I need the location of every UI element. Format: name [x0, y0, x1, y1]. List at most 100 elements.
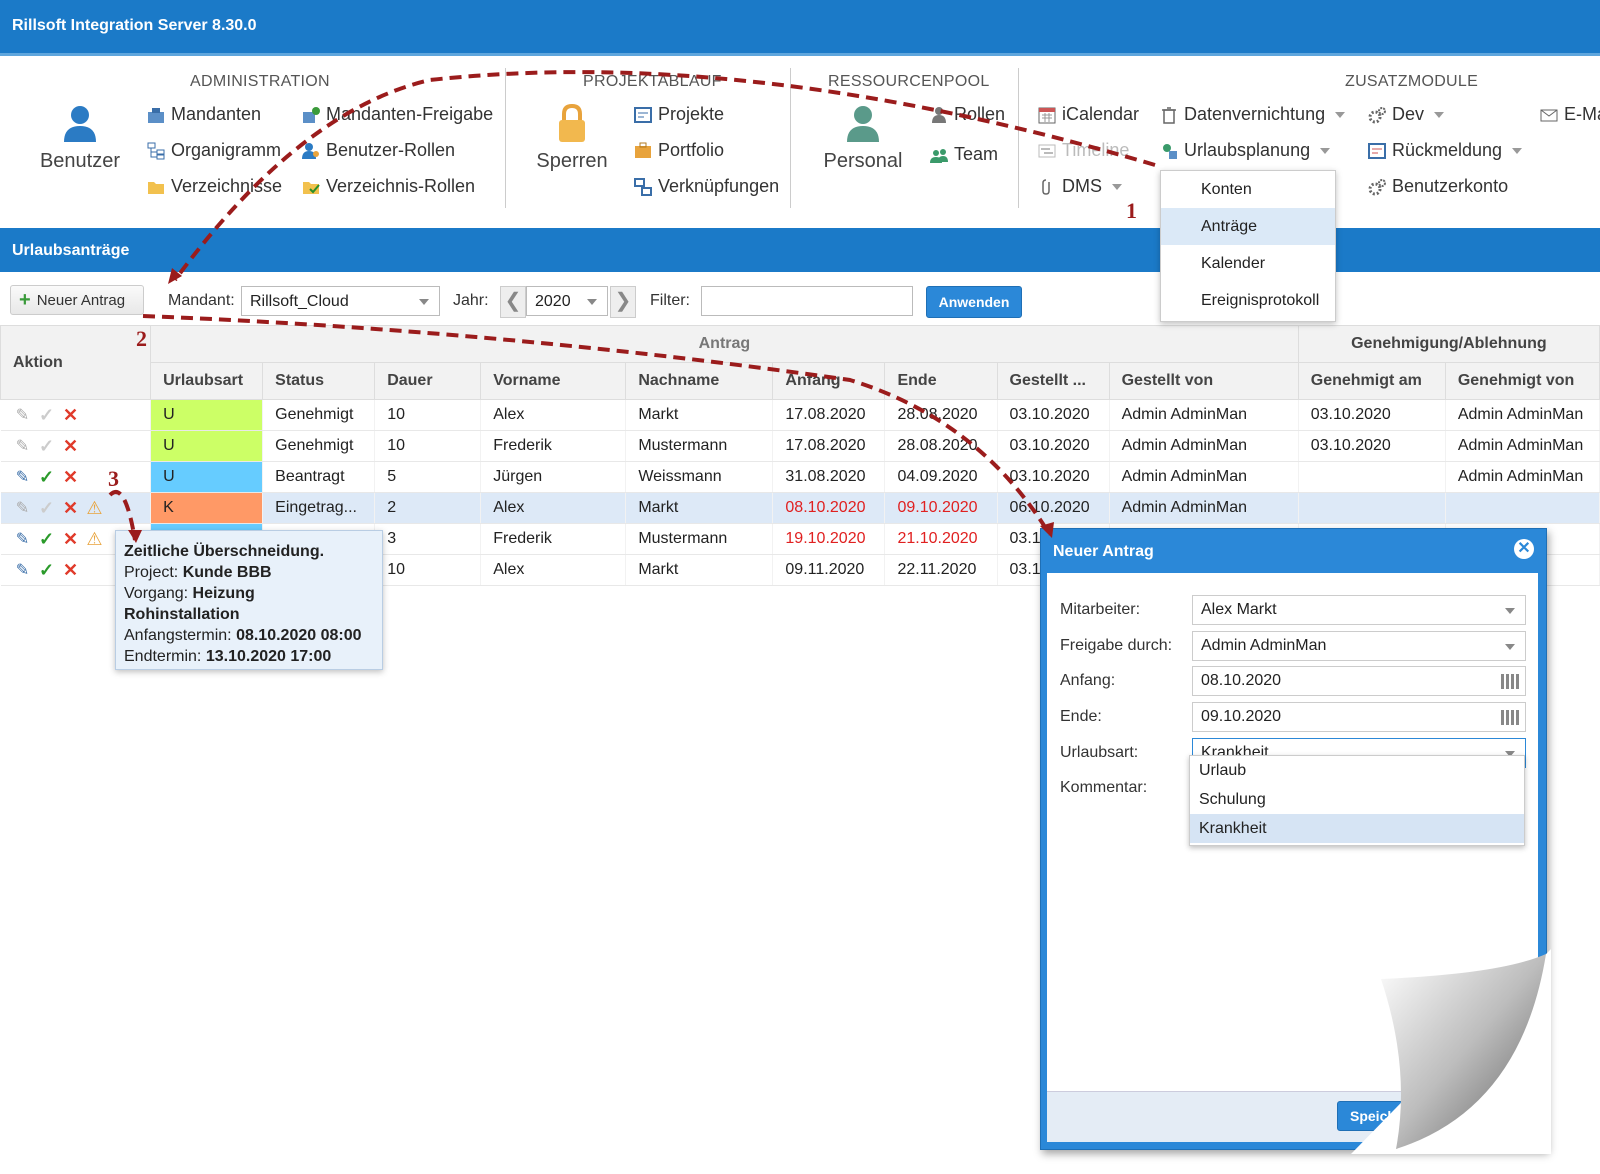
reject-icon[interactable]: ✕	[61, 405, 81, 425]
calendar-icon[interactable]	[1501, 674, 1519, 689]
edit-icon[interactable]: ✎	[13, 467, 33, 487]
actions-cell: ✎ ✓ ✕ ⚠	[0, 492, 152, 524]
rueckmeldung-button[interactable]: Rückmeldung	[1368, 140, 1523, 161]
menu-item-konten[interactable]: Konten	[1161, 171, 1335, 208]
warning-icon[interactable]: ⚠	[85, 529, 105, 549]
kommentar-label: Kommentar:	[1060, 779, 1148, 796]
portfolio-icon	[634, 142, 652, 160]
cell-ende: 04.09.2020	[884, 461, 998, 493]
menu-item-ereignisprotokoll[interactable]: Ereignisprotokoll	[1161, 282, 1335, 319]
column-header[interactable]: Gestellt ...	[996, 362, 1110, 400]
edit-icon[interactable]: ✎	[13, 498, 33, 518]
icalendar-button[interactable]: iCalendar	[1038, 104, 1139, 125]
verknuepfungen-button[interactable]: Verknüpfungen	[634, 176, 779, 197]
approve-icon[interactable]: ✓	[37, 560, 57, 580]
jahr-value: 2020	[535, 293, 571, 310]
jahr-select[interactable]: 2020	[526, 286, 608, 316]
benutzer-rollen-button[interactable]: Benutzer-Rollen	[302, 140, 455, 161]
app-title: Rillsoft Integration Server 8.30.0	[12, 17, 257, 34]
column-header[interactable]: Gestellt von	[1108, 362, 1299, 400]
datenvernichtung-label: Datenvernichtung	[1184, 104, 1326, 124]
team-button[interactable]: Team	[930, 144, 998, 165]
option-urlaub[interactable]: Urlaub	[1190, 756, 1524, 785]
close-icon[interactable]: ✕	[1514, 539, 1534, 559]
new-request-button[interactable]: + Neuer Antrag	[10, 285, 144, 315]
menu-item-kalender[interactable]: Kalender	[1161, 245, 1335, 282]
gear-icon	[1368, 106, 1386, 124]
year-next-button[interactable]: ❯	[610, 286, 636, 318]
approve-icon[interactable]: ✓	[37, 498, 57, 518]
mandanten-freigabe-button[interactable]: Mandanten-Freigabe	[302, 104, 493, 125]
projekte-button[interactable]: Projekte	[634, 104, 724, 125]
urlaubsplanung-button[interactable]: Urlaubsplanung	[1160, 140, 1331, 161]
reject-icon[interactable]: ✕	[61, 498, 81, 518]
dev-button[interactable]: Dev	[1368, 104, 1445, 125]
email-button[interactable]: E-Ma	[1540, 104, 1600, 125]
cell-gestellt-von: Admin AdminMan	[1109, 492, 1299, 524]
tooltip-end-value: 13.10.2020 17:00	[205, 648, 332, 665]
approve-icon[interactable]: ✓	[37, 436, 57, 456]
edit-icon[interactable]: ✎	[13, 405, 33, 425]
cell-gestellt: 03.10.2020	[997, 430, 1110, 462]
anfang-date-field[interactable]: 08.10.2020	[1192, 666, 1526, 696]
freigabe-select[interactable]: Admin AdminMan	[1192, 631, 1526, 661]
menu-item-antraege[interactable]: Anträge	[1161, 208, 1335, 245]
option-schulung[interactable]: Schulung	[1190, 785, 1524, 814]
rollen-button[interactable]: Rollen	[930, 104, 1005, 125]
column-header[interactable]: Dauer	[374, 362, 482, 400]
reject-icon[interactable]: ✕	[61, 529, 81, 549]
portfolio-button[interactable]: Portfolio	[634, 140, 724, 161]
column-header[interactable]: Ende	[884, 362, 998, 400]
benutzerkonto-button[interactable]: Benutzerkonto	[1368, 176, 1508, 197]
edit-icon[interactable]: ✎	[13, 560, 33, 580]
datenvernichtung-button[interactable]: Datenvernichtung	[1160, 104, 1346, 125]
verzeichnis-rollen-button[interactable]: Verzeichnis-Rollen	[302, 176, 475, 197]
personal-button[interactable]: Personal	[815, 104, 911, 173]
benutzer-label: Benutzer	[39, 150, 121, 172]
calendar-icon[interactable]	[1501, 710, 1519, 725]
row-actions: ✎ ✓ ✕	[13, 436, 139, 456]
column-header[interactable]: Nachname	[625, 362, 774, 400]
mandanten-button[interactable]: Mandanten	[147, 104, 261, 125]
column-header[interactable]: Urlaubsart	[150, 362, 264, 400]
filter-input[interactable]	[701, 286, 913, 316]
apply-button[interactable]: Anwenden	[926, 286, 1022, 318]
benutzer-button[interactable]: Benutzer	[30, 104, 130, 173]
table-row[interactable]: ✎ ✓ ✕ U Genehmigt 10 Alex Markt 17.08.2020 28.08.…	[0, 399, 1600, 431]
cell-gestellt-von: Admin AdminMan	[1109, 430, 1299, 462]
reject-icon[interactable]: ✕	[61, 560, 81, 580]
mandant-select[interactable]: Rillsoft_Cloud	[241, 286, 440, 316]
column-header[interactable]: Genehmigt am	[1297, 362, 1446, 400]
approve-icon[interactable]: ✓	[37, 405, 57, 425]
column-header[interactable]: Status	[262, 362, 376, 400]
edit-icon[interactable]: ✎	[13, 529, 33, 549]
tooltip-project-label: Project:	[124, 564, 179, 581]
trash-icon	[1160, 106, 1178, 124]
dms-button[interactable]: DMS	[1038, 176, 1122, 197]
ende-date-field[interactable]: 09.10.2020	[1192, 702, 1526, 732]
column-header[interactable]: Genehmigt von	[1444, 362, 1600, 400]
option-krankheit[interactable]: Krankheit	[1190, 814, 1524, 843]
verzeichnisse-button[interactable]: Verzeichnisse	[147, 176, 282, 197]
table-row[interactable]: ✎ ✓ ✕ U Genehmigt 10 Frederik Mustermann 17.08.2…	[0, 430, 1600, 462]
reject-icon[interactable]: ✕	[61, 436, 81, 456]
organigramm-button[interactable]: Organigramm	[147, 140, 281, 161]
mitarbeiter-select[interactable]: Alex Markt	[1192, 595, 1526, 625]
approve-icon[interactable]: ✓	[37, 467, 57, 487]
warning-icon[interactable]: ⚠	[85, 498, 105, 518]
page-curl	[1351, 949, 1551, 1154]
approve-icon[interactable]: ✓	[37, 529, 57, 549]
sperren-button[interactable]: Sperren	[530, 103, 614, 173]
cell-status: Eingetrag...	[262, 492, 376, 524]
lock-icon	[559, 103, 585, 142]
column-header[interactable]: Anfang	[772, 362, 886, 400]
table-row[interactable]: ✎ ✓ ✕ U Beantragt 5 Jürgen Weissmann 31.08.2020 0…	[0, 461, 1600, 493]
reject-icon[interactable]: ✕	[61, 467, 81, 487]
timeline-button[interactable]: Timeline	[1038, 140, 1129, 161]
tooltip-vorgang-label: Vorgang:	[124, 585, 189, 602]
edit-icon[interactable]: ✎	[13, 436, 33, 456]
column-header[interactable]: Vorname	[480, 362, 627, 400]
year-prev-button[interactable]: ❮	[500, 286, 526, 318]
table-row[interactable]: ✎ ✓ ✕ ⚠ K Eingetrag... 2 Alex Markt 08.10.2020 09.…	[0, 492, 1600, 524]
cell-ende: 28.08.2020	[884, 430, 998, 462]
